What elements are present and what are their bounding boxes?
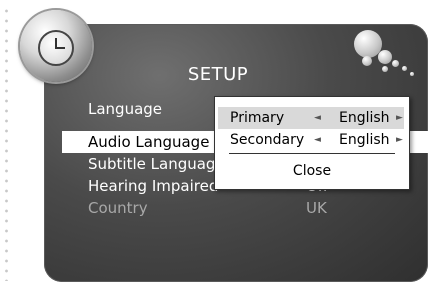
page-title: SETUP — [187, 64, 249, 85]
menu-item-label: Language — [88, 100, 163, 118]
primary-language-row[interactable]: Primary ◄ English ► — [218, 107, 404, 129]
arrow-left-icon[interactable]: ◄ — [314, 107, 321, 129]
secondary-value: English — [339, 132, 390, 148]
audio-language-popup: Primary ◄ English ► Secondary ◄ English … — [214, 96, 410, 190]
arrow-right-icon[interactable]: ► — [396, 129, 403, 151]
menu-item-label: Hearing Impaired — [88, 177, 219, 195]
arrow-left-icon[interactable]: ◄ — [314, 129, 321, 151]
secondary-language-row[interactable]: Secondary ◄ English ► — [218, 129, 404, 151]
menu-item-value: UK — [306, 199, 327, 217]
dotted-margin — [4, 6, 9, 281]
menu-item-country: Country UK — [62, 197, 436, 219]
menu-item-label: Country — [88, 199, 148, 217]
secondary-label: Secondary — [230, 132, 305, 148]
divider — [229, 153, 395, 154]
menu-item-label: Subtitle Language — [88, 155, 225, 173]
primary-label: Primary — [230, 110, 285, 126]
clock-icon — [38, 30, 74, 66]
arrow-right-icon[interactable]: ► — [396, 107, 403, 129]
close-button[interactable]: Close — [215, 159, 409, 183]
primary-value: English — [339, 110, 390, 126]
menu-item-label: Audio Language — [88, 133, 210, 151]
